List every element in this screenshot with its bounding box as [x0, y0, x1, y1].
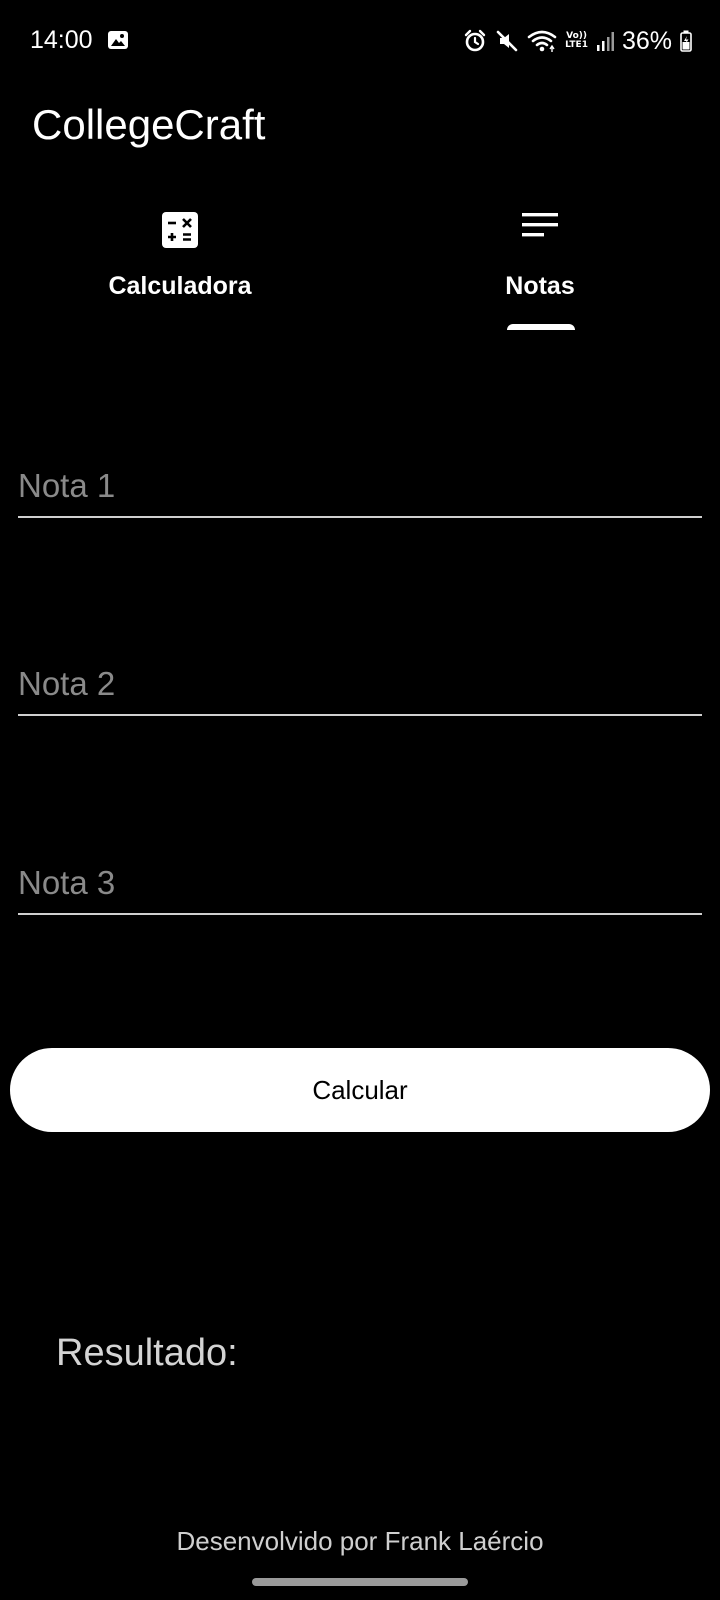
footer-credit: Desenvolvido por Frank Laércio	[176, 1526, 544, 1556]
nota-1-input[interactable]	[18, 458, 702, 514]
nota-3-field	[18, 855, 702, 915]
battery-percent: 36%	[621, 27, 672, 55]
calculator-icon	[162, 212, 198, 248]
nota-2-field	[18, 656, 702, 716]
status-time: 14:00	[30, 26, 93, 54]
signal-icon	[596, 32, 614, 51]
status-icons: Vo)) LTE1 36%	[463, 26, 692, 56]
nota-3-input[interactable]	[18, 855, 702, 911]
tab-selected-indicator	[507, 324, 575, 330]
nota-1-field	[18, 458, 702, 518]
volte-indicator: Vo)) LTE1	[565, 32, 588, 50]
gallery-icon	[108, 31, 128, 49]
notes-icon	[522, 212, 558, 238]
tab-notas-label: Notas	[505, 272, 575, 300]
volte-bottom-label: LTE1	[565, 40, 588, 50]
alarm-icon	[464, 29, 486, 52]
calcular-button[interactable]: Calcular	[10, 1048, 710, 1132]
tab-calculadora[interactable]: Calculadora	[0, 190, 360, 340]
app-title: CollegeCraft	[32, 101, 266, 148]
tab-calculadora-label: Calculadora	[108, 272, 252, 300]
wifi-icon	[527, 30, 557, 52]
mute-icon	[496, 30, 518, 52]
result-label: Resultado:	[56, 1332, 238, 1374]
status-bar: 14:00 Vo)) LTE1 36%	[0, 0, 720, 84]
tab-notas[interactable]: Notas	[360, 190, 720, 340]
nota-2-input[interactable]	[18, 656, 702, 712]
battery-icon	[680, 30, 692, 52]
tab-bar: Calculadora Notas	[0, 190, 720, 340]
home-indicator[interactable]	[252, 1578, 468, 1586]
